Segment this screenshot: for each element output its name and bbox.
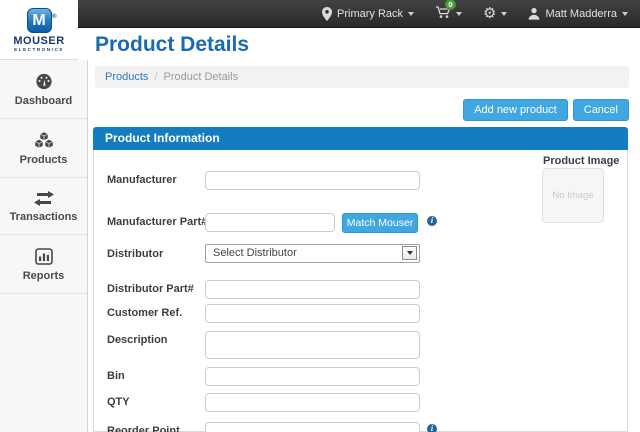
select-dropdown-icon [402,246,417,260]
dashboard-icon [34,73,54,90]
location-label: Primary Rack [337,8,403,20]
panel-header: Product Information [93,127,628,150]
mouser-logo-mark: M ® [27,8,52,33]
sidebar: Dashboard Products Transactions Reports [0,60,88,432]
match-mouser-button[interactable]: Match Mouser [342,213,418,233]
distributor-select[interactable]: Select Distributor [205,244,420,263]
sidebar-item-dashboard[interactable]: Dashboard [0,60,87,119]
user-menu[interactable]: Matt Madderra [528,7,628,20]
distributor-selected-value: Select Distributor [213,247,297,259]
breadcrumb-link-products[interactable]: Products [105,71,148,83]
sidebar-item-reports[interactable]: Reports [0,235,87,294]
user-icon [528,7,540,20]
breadcrumb-current: Product Details [163,71,238,83]
chevron-down-icon [622,12,628,16]
info-icon[interactable]: i [427,424,437,432]
breadcrumb: Products / Product Details [95,66,629,88]
no-image-text: No Image [552,190,593,201]
page-actions: Add new product Cancel [95,99,629,121]
cart-dropdown[interactable]: 0 [435,5,462,22]
manufacturer-part-label: Manufacturer Part# [107,216,207,228]
qty-label: QTY [107,396,130,408]
bar-chart-icon [35,248,53,265]
exchange-arrows-icon [34,191,54,206]
brand-name: MOUSER [13,35,64,47]
reorder-point-label: Reorder Point [107,425,180,432]
brand-subtitle: ELECTRONICS [14,47,64,52]
product-image-label: Product Image [543,155,619,167]
sidebar-item-transactions[interactable]: Transactions [0,178,87,235]
chevron-down-icon [456,12,462,16]
page-title: Product Details [95,33,249,57]
bin-input[interactable] [205,367,420,386]
info-icon[interactable]: i [427,216,437,226]
sidebar-item-label: Transactions [10,211,78,223]
manufacturer-input[interactable] [205,171,420,190]
customer-ref-label: Customer Ref. [107,307,182,319]
chevron-down-icon [501,12,507,16]
sidebar-item-label: Reports [23,270,65,282]
cart-count-badge: 0 [445,0,456,10]
sidebar-item-products[interactable]: Products [0,119,87,178]
sidebar-item-label: Dashboard [15,95,72,107]
product-image-placeholder: No Image [542,168,604,223]
customer-ref-input[interactable] [205,304,420,323]
chevron-down-icon [408,12,414,16]
distributor-label: Distributor [107,248,163,260]
cancel-button[interactable]: Cancel [573,99,629,121]
location-dropdown[interactable]: Primary Rack [322,7,414,21]
reorder-point-input[interactable] [205,422,420,432]
mouser-logo[interactable]: M ® MOUSER ELECTRONICS [0,0,78,60]
logo-letter: M [32,12,45,29]
qty-input[interactable] [205,393,420,412]
bin-label: Bin [107,370,125,382]
distributor-part-label: Distributor Part# [107,283,194,295]
manufacturer-part-input[interactable] [205,213,335,232]
add-new-product-button[interactable]: Add new product [463,99,568,121]
gear-icon: ⚙ [483,6,496,21]
distributor-part-input[interactable] [205,280,420,299]
sidebar-item-label: Products [20,154,68,166]
cubes-icon [34,132,54,149]
description-textarea[interactable] [205,331,420,359]
user-name: Matt Madderra [545,8,617,20]
registered-trademark: ® [52,6,56,29]
manufacturer-label: Manufacturer [107,174,177,186]
description-label: Description [107,334,168,346]
breadcrumb-separator: / [154,71,157,83]
product-information-panel: Product Information Manufacturer Manufac… [93,127,628,432]
top-navbar: Primary Rack 0 ⚙ Matt Madderra [78,0,640,28]
map-marker-icon [322,7,332,21]
settings-dropdown[interactable]: ⚙ [483,6,507,21]
